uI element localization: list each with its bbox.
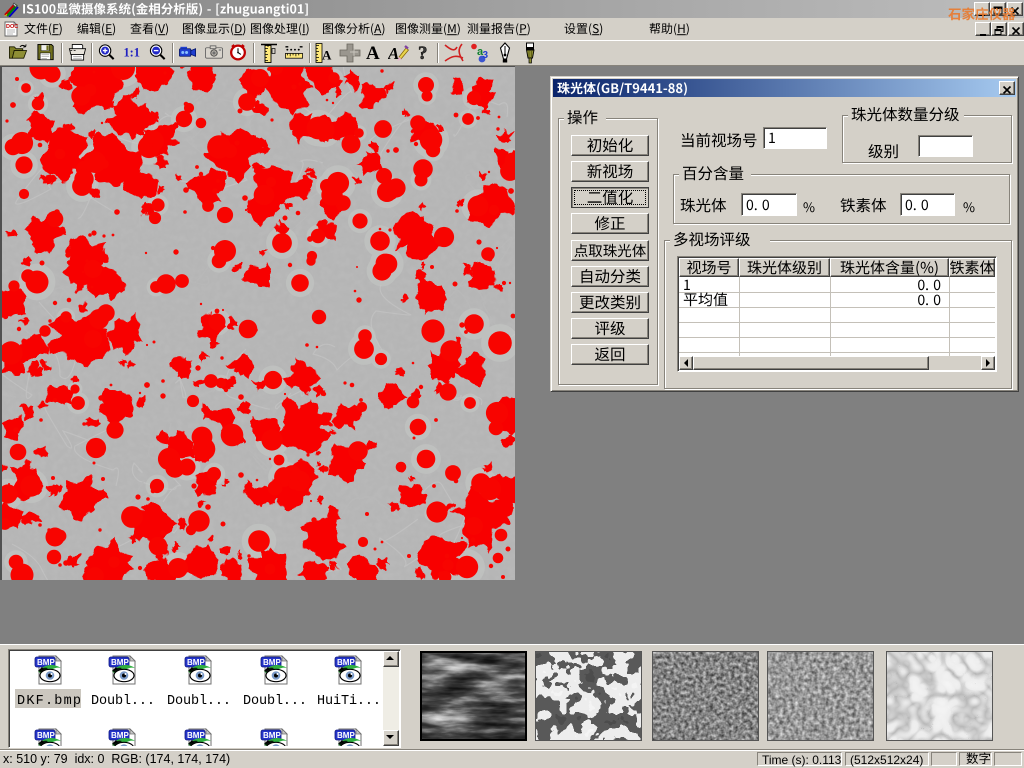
svg-text:Doubl...: Doubl... xyxy=(167,694,231,709)
svg-text:DKF.bmp: DKF.bmp xyxy=(17,694,81,709)
svg-text:HuiTi...: HuiTi... xyxy=(317,694,381,709)
svg-text:A: A xyxy=(322,48,332,63)
svg-text:DOC: DOC xyxy=(6,24,18,30)
svg-text:1:1: 1:1 xyxy=(123,45,139,59)
svg-text:Doubl...: Doubl... xyxy=(243,694,307,709)
svg-text:A: A xyxy=(366,43,380,63)
svg-text:A: A xyxy=(388,44,399,63)
svg-text:Doubl...: Doubl... xyxy=(91,694,155,709)
svg-text:?: ? xyxy=(418,43,428,63)
